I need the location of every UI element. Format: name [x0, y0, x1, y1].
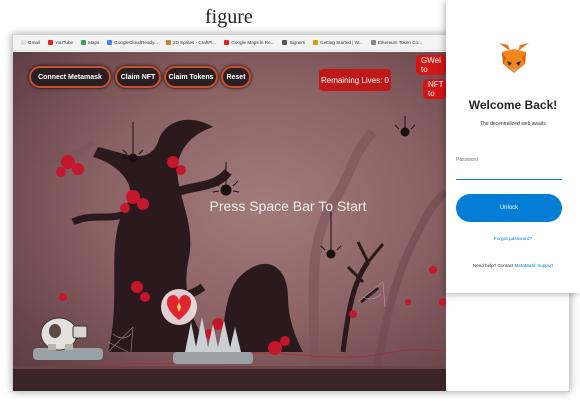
bookmark-youtube[interactable]: YouTube: [48, 40, 73, 45]
password-input[interactable]: [456, 164, 562, 180]
connect-metamask-button[interactable]: Connect Metamask: [29, 66, 111, 88]
unlock-button[interactable]: Unlock: [456, 194, 562, 222]
bookmark-googlecloud[interactable]: GoogleCloudReady...: [107, 40, 158, 45]
bookmark-google-maps-react[interactable]: Google Maps in Re...: [224, 40, 274, 45]
google-icon: [107, 40, 113, 45]
help-text: Need help? Contact MetaMask Support: [446, 263, 580, 268]
bookmark-ethereum-token[interactable]: Ethereum Token Co...: [370, 40, 422, 45]
figure-caption: figure: [205, 6, 253, 28]
nft-balance-tag: NFT to: [423, 79, 446, 99]
reset-button[interactable]: Reset: [221, 66, 251, 88]
youtube-icon: [224, 40, 230, 45]
dark-tree: [93, 119, 213, 353]
bookmark-gmail[interactable]: Gmail: [21, 40, 40, 45]
maps-icon: [81, 40, 87, 45]
gmail-icon: [21, 40, 26, 45]
bookmark-maps[interactable]: Maps: [81, 40, 99, 45]
gwei-balance-tag: GWei to: [416, 55, 446, 75]
youtube-icon: [48, 40, 53, 45]
player-character: [40, 317, 88, 351]
stump: [218, 263, 303, 352]
heart-icon: [161, 289, 197, 325]
wallet-welcome-title: Welcome Back!: [468, 98, 558, 112]
password-label: Password: [456, 157, 478, 163]
bookmark-2d-sprites[interactable]: 2D Sprites - CraftPi...: [165, 40, 216, 45]
wallet-subtitle: The decentralized web awaits: [480, 121, 546, 127]
help-prefix: Need help? Contact: [472, 263, 515, 268]
github-icon: [282, 40, 288, 45]
ethereum-icon: [370, 40, 376, 45]
metamask-support-link[interactable]: MetaMask Support: [515, 263, 554, 268]
remaining-lives-badge: Remaining Lives: 0: [319, 69, 391, 91]
bookmark-getting-started[interactable]: Getting Started | W...: [313, 40, 363, 45]
craftpix-icon: [165, 40, 171, 45]
metamask-fox-icon: [499, 43, 529, 73]
claim-tokens-button[interactable]: Claim Tokens: [164, 66, 218, 88]
game-canvas[interactable]: Connect Metamask Claim NFT Claim Tokens …: [13, 52, 446, 391]
folder-icon: [313, 40, 319, 45]
bookmark-signers[interactable]: Signers: [282, 40, 305, 45]
claim-nft-button[interactable]: Claim NFT: [115, 66, 161, 88]
game-scene: [13, 116, 446, 391]
forgot-password-link[interactable]: Forgot password?: [446, 237, 580, 242]
